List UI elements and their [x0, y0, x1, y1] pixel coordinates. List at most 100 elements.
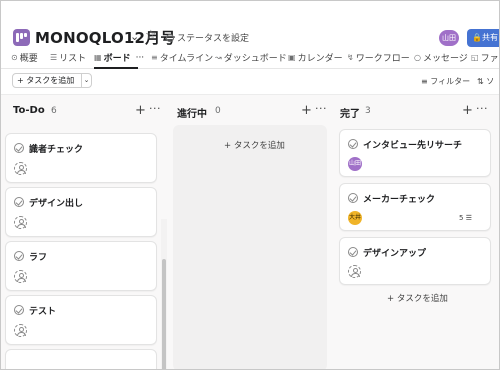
tab-calendar[interactable]: ▣ カレンダー — [288, 51, 343, 64]
column-done: 完了 3 + ··· インタビュー先リサーチ 山田 メーカーチェック 大井 5 … — [337, 95, 497, 369]
subtask-icon: ☰ — [465, 214, 472, 222]
app-window: MONOQLO12月号 ⌄ ☆ ステータスを設定 山田 🔒共有 ⊙ 概要 ☰ リスト… — [0, 0, 500, 370]
unassigned-avatar-icon[interactable] — [14, 216, 27, 229]
column-title[interactable]: 完了 — [340, 105, 360, 120]
column-title[interactable]: To-Do — [13, 105, 45, 116]
filter-icon: ≡ — [421, 77, 428, 86]
sort-icon: ⇅ — [477, 77, 484, 86]
task-name: デザイン出し — [29, 199, 84, 209]
column-add-task-button[interactable]: + タスクを追加 — [224, 139, 285, 151]
tab-label: 概要 — [19, 54, 38, 64]
column-more-icon[interactable]: ··· — [476, 102, 488, 115]
tab-label: ワークフロー — [355, 54, 410, 64]
tab-label: ファ — [480, 54, 499, 64]
column-add-plus-icon[interactable]: + — [462, 103, 473, 118]
task-card[interactable]: 識者チェック — [5, 133, 157, 183]
lock-icon: 🔒 — [472, 33, 482, 42]
complete-check-icon[interactable] — [348, 247, 358, 257]
subtask-counter[interactable]: 5 ☰ — [459, 214, 472, 222]
project-board-icon[interactable] — [13, 29, 30, 46]
tab-messages[interactable]: ○ メッセージ — [414, 51, 468, 64]
timeline-icon: ≡ — [151, 53, 158, 62]
column-in-progress: 進行中 0 + ··· + タスクを追加 — [171, 95, 331, 369]
board-area: To-Do 6 + ··· 識者チェック デザイン出し ラフ テスト 進行中 0… — [1, 95, 499, 369]
task-name: インタビュー先リサーチ — [363, 141, 463, 151]
tab-more-icon[interactable]: ··· — [136, 53, 145, 63]
column-scrollbar[interactable] — [162, 259, 166, 369]
view-tabs: ⊙ 概要 ☰ リスト ▦ ボード ··· ≡ タイムライン ↝ ダッシュボード ▣ カレンダー… — [1, 49, 499, 69]
unassigned-avatar-icon[interactable] — [348, 265, 361, 278]
subtask-count: 5 — [459, 214, 464, 222]
task-card[interactable] — [5, 349, 157, 369]
tab-label: メッセージ — [422, 54, 468, 64]
task-card[interactable]: メーカーチェック 大井 5 ☰ — [339, 183, 491, 231]
task-card[interactable]: デザインアップ — [339, 237, 491, 285]
complete-check-icon[interactable] — [14, 251, 24, 261]
column-count: 0 — [215, 106, 221, 116]
assignee-avatar[interactable]: 大井 — [348, 211, 362, 225]
user-avatar[interactable]: 山田 — [439, 30, 459, 46]
calendar-icon: ▣ — [288, 53, 296, 62]
file-icon: ◱ — [471, 53, 479, 62]
board-icon: ▦ — [94, 53, 102, 62]
tab-dashboard[interactable]: ↝ ダッシュボード — [215, 51, 287, 64]
column-header: To-Do 6 + ··· — [13, 102, 163, 121]
unassigned-avatar-icon[interactable] — [14, 162, 27, 175]
complete-check-icon[interactable] — [14, 143, 24, 153]
tab-overview[interactable]: ⊙ 概要 — [11, 51, 38, 64]
column-count: 6 — [51, 106, 57, 116]
filter-button[interactable]: ≡ フィルター — [421, 76, 470, 87]
complete-check-icon[interactable] — [348, 139, 358, 149]
complete-check-icon[interactable] — [14, 305, 24, 315]
unassigned-avatar-icon[interactable] — [14, 270, 27, 283]
complete-check-icon[interactable] — [348, 193, 358, 203]
tab-label: カレンダー — [297, 54, 343, 64]
column-title[interactable]: 進行中 — [177, 105, 207, 120]
column-todo: To-Do 6 + ··· 識者チェック デザイン出し ラフ テスト — [5, 95, 165, 369]
set-status-button[interactable]: ステータスを設定 — [166, 31, 249, 44]
tab-label: リスト — [59, 54, 87, 64]
tab-label: ダッシュボード — [223, 54, 287, 64]
favorite-star-icon[interactable]: ☆ — [145, 28, 157, 43]
add-task-dropdown-chevron-icon[interactable]: ⌄ — [81, 73, 92, 88]
assignee-avatar[interactable]: 山田 — [348, 157, 362, 171]
unassigned-avatar-icon[interactable] — [14, 324, 27, 337]
tab-workflow[interactable]: ↯ ワークフロー — [347, 51, 410, 64]
complete-check-icon[interactable] — [14, 197, 24, 207]
status-circle-icon — [166, 33, 174, 42]
task-name: メーカーチェック — [363, 195, 436, 205]
column-drop-area — [173, 125, 327, 369]
workflow-icon: ↯ — [347, 53, 354, 62]
tab-label: タイムライン — [159, 54, 214, 64]
task-name: 識者チェック — [29, 145, 84, 155]
overview-icon: ⊙ — [11, 53, 18, 62]
column-more-icon[interactable]: ··· — [149, 102, 161, 115]
task-card[interactable]: ラフ — [5, 241, 157, 291]
column-add-plus-icon[interactable]: + — [301, 103, 312, 118]
board-toolbar: + タスクを追加 ⌄ ≡ フィルター ⇅ ソ — [1, 69, 499, 95]
share-button[interactable]: 🔒共有 — [467, 29, 499, 47]
task-name: ラフ — [29, 253, 48, 263]
column-count: 3 — [365, 106, 371, 116]
tab-timeline[interactable]: ≡ タイムライン — [151, 51, 213, 64]
column-header: 完了 3 + ··· — [340, 102, 492, 121]
project-menu-chevron-icon[interactable]: ⌄ — [130, 30, 139, 43]
column-add-plus-icon[interactable]: + — [135, 103, 146, 118]
column-more-icon[interactable]: ··· — [315, 102, 327, 115]
tab-files[interactable]: ◱ ファ — [471, 51, 499, 64]
tab-board[interactable]: ▦ ボード ··· — [94, 51, 145, 65]
add-task-button[interactable]: + タスクを追加 — [12, 73, 82, 88]
task-name: テスト — [29, 307, 57, 317]
task-card[interactable]: テスト — [5, 295, 157, 345]
task-card[interactable]: インタビュー先リサーチ 山田 — [339, 129, 491, 177]
task-name: デザインアップ — [363, 249, 427, 259]
message-icon: ○ — [414, 53, 421, 62]
sort-label: ソ — [486, 77, 495, 86]
column-add-task-button[interactable]: + タスクを追加 — [387, 292, 448, 304]
share-label: 共有 — [481, 33, 498, 42]
tab-list[interactable]: ☰ リスト — [50, 51, 86, 64]
set-status-label: ステータスを設定 — [177, 34, 250, 44]
task-card[interactable]: デザイン出し — [5, 187, 157, 237]
project-header: MONOQLO12月号 ⌄ ☆ ステータスを設定 山田 🔒共有 ⊙ 概要 ☰ リスト… — [1, 1, 499, 71]
sort-button[interactable]: ⇅ ソ — [477, 76, 494, 87]
